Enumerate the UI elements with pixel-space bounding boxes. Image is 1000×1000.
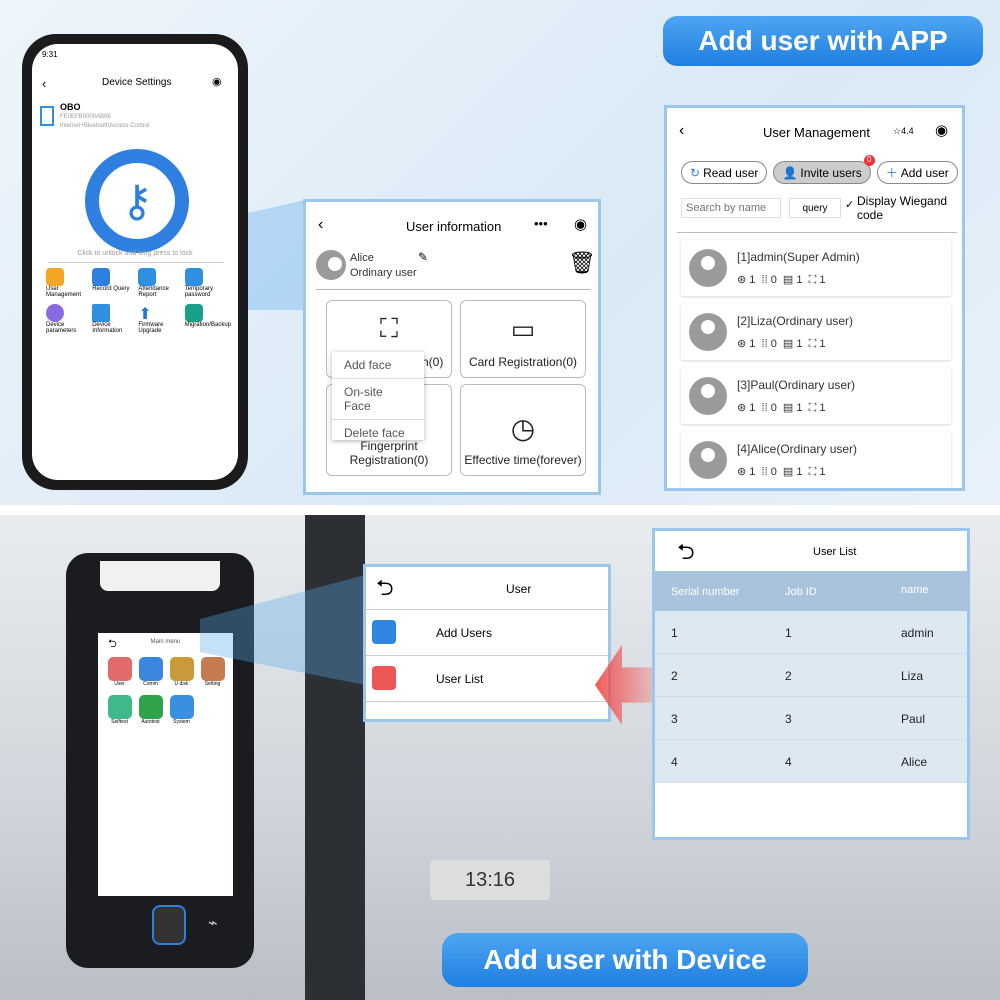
- user-name: Alice: [350, 252, 374, 264]
- device-banner: Add user with Device: [442, 933, 808, 987]
- menu-grid: User Management Record Query Attendance …: [46, 268, 231, 334]
- back-icon[interactable]: ‹: [318, 216, 323, 234]
- avatar: [689, 441, 727, 479]
- effective-time-card[interactable]: ◷ Effective time(forever): [460, 384, 586, 476]
- user-list-icon: [372, 666, 396, 690]
- plus-icon: ＋: [885, 166, 898, 180]
- phone: 9:31 ‹ Device Settings ◉ OBO FE0EFB0000A…: [22, 34, 248, 490]
- menu-onsite-face[interactable]: On-site Face: [332, 379, 424, 420]
- app-comm[interactable]: Comm: [135, 657, 166, 687]
- app-setting[interactable]: Setting: [197, 657, 228, 687]
- menu-device-information[interactable]: Device Information: [92, 304, 138, 334]
- avatar: [316, 250, 346, 280]
- desk-clock: 13:16: [430, 860, 550, 900]
- unlock-key-button[interactable]: ⚷: [85, 149, 189, 253]
- table-header: Serial number Job ID name: [655, 571, 967, 611]
- user-row[interactable]: [1]admin(Super Admin) ⊛ 1 ⁞⁞ 0 ▤ 1 ⛶ 1: [681, 240, 951, 296]
- avatar: [689, 313, 727, 351]
- wiegand-checkbox[interactable]: ✓: [845, 198, 854, 211]
- back-icon[interactable]: ⮌: [677, 535, 695, 573]
- menu-delete-face[interactable]: Delete face: [332, 420, 424, 446]
- terminal-screen: ⮌ Main menu User Comm U disk Setting Sel…: [98, 633, 233, 896]
- search-input[interactable]: [681, 198, 781, 218]
- device-type: Internet+BluetoothAccess Control: [60, 123, 150, 129]
- device-name: OBO: [60, 102, 81, 112]
- panel-title: User List: [813, 546, 857, 558]
- menu-temporary-password[interactable]: Temporary password: [184, 268, 231, 298]
- target-icon[interactable]: ◉: [935, 121, 948, 139]
- menu-firmware-upgrade[interactable]: ⬆ Firmware Upgrade: [138, 304, 184, 334]
- device-id: FE0EFB0000AB98: [60, 114, 111, 120]
- menu-record-query[interactable]: Record Query: [92, 268, 138, 298]
- back-icon[interactable]: ⮌: [376, 571, 394, 609]
- status-time: 9:31: [42, 50, 58, 59]
- trash-icon[interactable]: 🗑: [568, 250, 596, 276]
- page-title: Device Settings: [102, 77, 172, 88]
- menu-user-management[interactable]: User Management: [46, 268, 92, 298]
- menu-add-face[interactable]: Add face: [332, 352, 424, 379]
- app-udisk[interactable]: U disk: [166, 657, 197, 687]
- invite-users-button[interactable]: 👤 Invite users 0: [773, 155, 875, 184]
- app-system[interactable]: System: [166, 695, 197, 725]
- target-icon[interactable]: ◉: [212, 75, 222, 88]
- app-selftest[interactable]: Selftest: [104, 695, 135, 725]
- refresh-icon: ↻: [690, 165, 701, 180]
- user-row[interactable]: [2]Liza(Ordinary user) ⊛ 1 ⁞⁞ 0 ▤ 1 ⛶ 1: [681, 304, 951, 360]
- table-row[interactable]: 2 2 Liza: [655, 654, 967, 697]
- panel-title: User Management: [763, 125, 870, 140]
- target-icon[interactable]: ◉: [574, 215, 587, 233]
- menu-user-list[interactable]: User List: [366, 657, 608, 701]
- panel-title: User: [506, 582, 532, 596]
- user-management-panel: ‹ User Management ☆4.4 ◉ ↻ Read user 👤 Inv…: [664, 105, 965, 491]
- user-row[interactable]: [4]Alice(Ordinary user) ⊛ 1 ⁞⁞ 0 ▤ 1 ⛶ 1: [681, 432, 951, 488]
- clock-icon: ◷: [510, 413, 536, 444]
- panel-title: User information: [406, 219, 502, 234]
- user-information-panel: ‹ User information ••• ◉ Alice Ordinary …: [303, 199, 601, 495]
- add-user-icon: [372, 620, 396, 644]
- table-row[interactable]: 3 3 Paul: [655, 697, 967, 740]
- nfc-icon: ⌁: [208, 915, 218, 932]
- app-autotest[interactable]: Autotest: [135, 695, 166, 725]
- back-icon[interactable]: ‹: [42, 76, 46, 91]
- user-menu-panel: ⮌ User Add Users User List: [363, 564, 611, 722]
- unlock-hint: Click to unlock and long press to lock: [77, 250, 193, 257]
- query-button[interactable]: query: [789, 198, 841, 218]
- user-row[interactable]: [3]Paul(Ordinary user) ⊛ 1 ⁞⁞ 0 ▤ 1 ⛶ 1: [681, 368, 951, 424]
- wiegand-label: Display Wiegand code: [857, 194, 948, 222]
- menu-device-parameters[interactable]: Device parameters: [46, 304, 92, 334]
- menu-attendance-report[interactable]: Attendance Report: [138, 268, 184, 298]
- user-role: Ordinary user: [350, 267, 417, 279]
- add-user-button[interactable]: ＋ Add user: [876, 161, 958, 184]
- user-list-panel: ⮌ User List Serial number Job ID name 11…: [652, 528, 970, 840]
- more-icon[interactable]: •••: [534, 216, 548, 231]
- app-user[interactable]: User: [104, 657, 135, 687]
- table-row[interactable]: 1 1 admin: [655, 611, 967, 654]
- menu-add-users[interactable]: Add Users: [366, 611, 608, 655]
- face-scan-icon: ⛶: [379, 313, 399, 343]
- fingerprint-sensor[interactable]: [152, 905, 186, 945]
- read-user-button[interactable]: ↻ Read user: [681, 161, 768, 184]
- avatar: [689, 249, 727, 287]
- door-icon: [40, 106, 54, 126]
- user-icon: 👤: [782, 165, 798, 180]
- rating: ☆4.4: [893, 126, 914, 136]
- face-dropdown-menu: Add face On-site Face Delete face: [332, 352, 424, 440]
- avatar: [689, 377, 727, 415]
- menu-migration-backup[interactable]: Migration/Backup: [184, 304, 231, 334]
- edit-icon[interactable]: ✎: [418, 250, 428, 264]
- card-icon: ▭: [510, 314, 536, 344]
- invite-badge: 0: [863, 155, 875, 166]
- table-row[interactable]: 4 4 Alice: [655, 740, 967, 783]
- card-registration-card[interactable]: ▭ Card Registration(0): [460, 300, 586, 378]
- app-banner: Add user with APP: [663, 16, 983, 66]
- phone-screen: 9:31 ‹ Device Settings ◉ OBO FE0EFB0000A…: [32, 44, 238, 480]
- back-icon[interactable]: ‹: [679, 122, 684, 140]
